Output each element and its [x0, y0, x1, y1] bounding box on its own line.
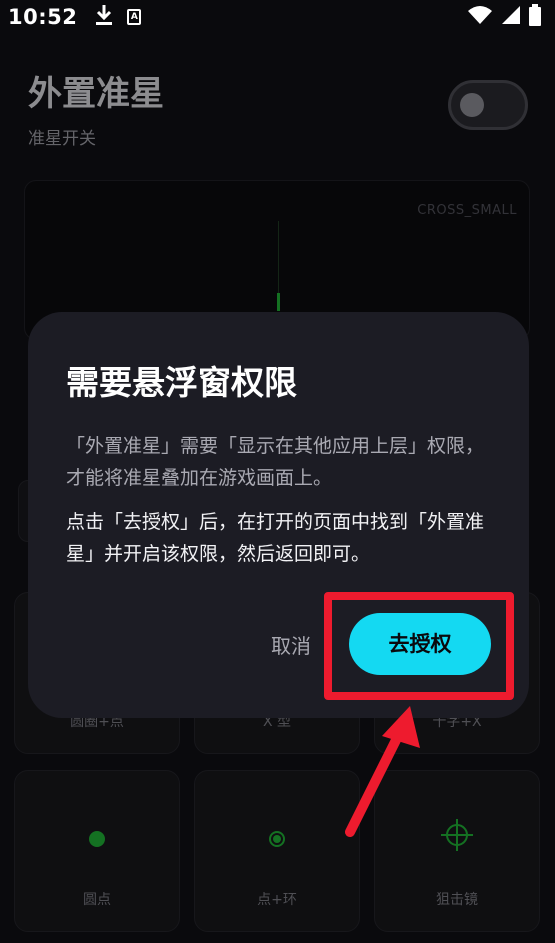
dialog-instruction: 点击「去授权」后，在打开的页面中找到「外置准星」并开启该权限，然后返回即可。: [66, 511, 485, 565]
pointer-arrow-icon: [345, 706, 420, 837]
dialog-description: 「外置准星」需要「显示在其他应用上层」权限，才能将准星叠加在游戏画面上。: [66, 435, 485, 489]
dialog-title: 需要悬浮窗权限: [66, 363, 297, 402]
a-badge-icon: A: [127, 9, 142, 25]
status-time: 10:52: [8, 5, 78, 29]
highlight-box: [324, 592, 514, 700]
download-icon: [95, 4, 113, 30]
battery-icon: [529, 4, 541, 30]
status-left-icons: A: [95, 4, 142, 30]
signal-icon: [501, 5, 521, 29]
status-right-icons: [467, 4, 541, 30]
wifi-icon: [467, 5, 493, 29]
status-bar: 10:52 A: [0, 0, 555, 34]
cancel-button[interactable]: 取消: [258, 625, 324, 667]
